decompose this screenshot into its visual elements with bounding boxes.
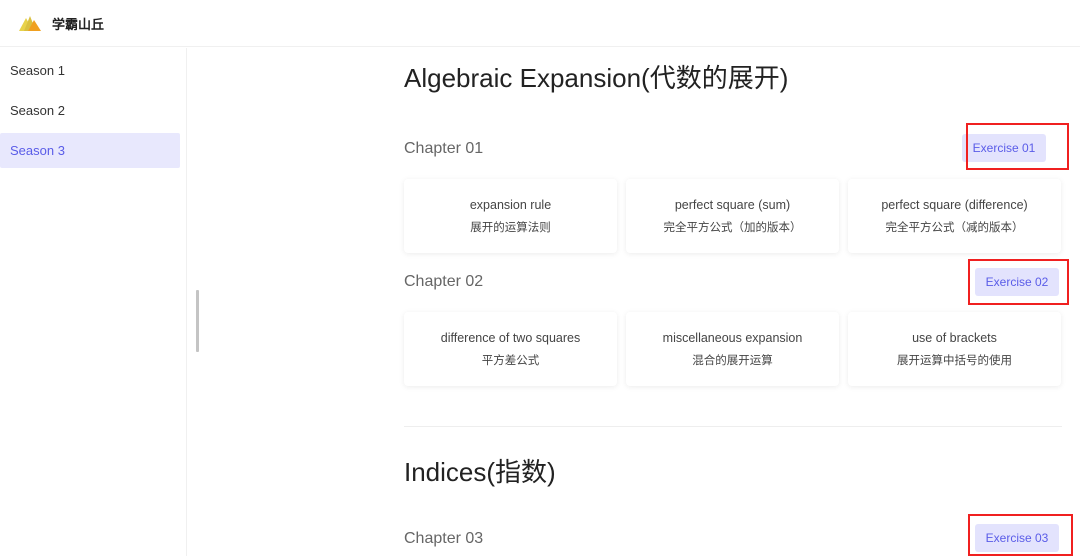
topic-title-en: perfect square (sum) (674, 198, 791, 212)
topic-card[interactable]: difference of two squares 平方差公式 (404, 312, 617, 386)
topic-card[interactable]: perfect square (difference) 完全平方公式（减的版本） (848, 179, 1061, 253)
topic-title-en: miscellaneous expansion (662, 331, 803, 345)
app-title: 学霸山丘 (52, 17, 105, 33)
topic-card[interactable]: use of brackets 展开运算中括号的使用 (848, 312, 1061, 386)
highlight-box-exercise-01 (966, 123, 1069, 170)
sidebar-item-season-3[interactable]: Season 3 (0, 133, 180, 168)
topic-card[interactable]: perfect square (sum) 完全平方公式（加的版本） (626, 179, 839, 253)
mountain-logo-icon (19, 16, 41, 31)
topic-title-en: expansion rule (469, 198, 552, 212)
topic-title-en: difference of two squares (440, 331, 581, 345)
highlight-box-exercise-02 (968, 259, 1069, 305)
topic-title-zh: 完全平方公式（减的版本） (885, 220, 1024, 234)
topic-title-en: perfect square (difference) (881, 198, 1028, 212)
chapter-01-topics: expansion rule 展开的运算法则 perfect square (s… (404, 179, 1062, 253)
topic-card[interactable]: expansion rule 展开的运算法则 (404, 179, 617, 253)
chapter-02-topics: difference of two squares 平方差公式 miscella… (404, 312, 1062, 386)
resize-handle[interactable] (196, 290, 199, 352)
sidebar-item-season-2[interactable]: Season 2 (0, 93, 180, 128)
sidebar: Season 1 Season 2 Season 3 (0, 48, 187, 556)
highlight-box-exercise-03 (968, 514, 1073, 556)
chapter-title-02: Chapter 02 (404, 273, 484, 290)
topic-title-zh: 混合的展开运算 (692, 353, 773, 367)
topic-title-zh: 平方差公式 (481, 353, 540, 367)
topic-title-zh: 展开运算中括号的使用 (897, 353, 1012, 367)
chapter-title-01: Chapter 01 (404, 140, 484, 157)
section-divider (404, 426, 1062, 427)
topic-card[interactable]: miscellaneous expansion 混合的展开运算 (626, 312, 839, 386)
top-bar: 学霸山丘 (0, 0, 1080, 47)
section-title-algebraic-expansion: Algebraic Expansion(代数的展开) (404, 63, 789, 93)
topic-title-zh: 完全平方公式（加的版本） (663, 220, 802, 234)
chapter-title-03: Chapter 03 (404, 530, 484, 547)
section-title-indices: Indices(指数) (404, 457, 556, 487)
topic-title-zh: 展开的运算法则 (470, 220, 551, 234)
sidebar-item-season-1[interactable]: Season 1 (0, 53, 180, 88)
topic-title-en: use of brackets (912, 331, 997, 345)
